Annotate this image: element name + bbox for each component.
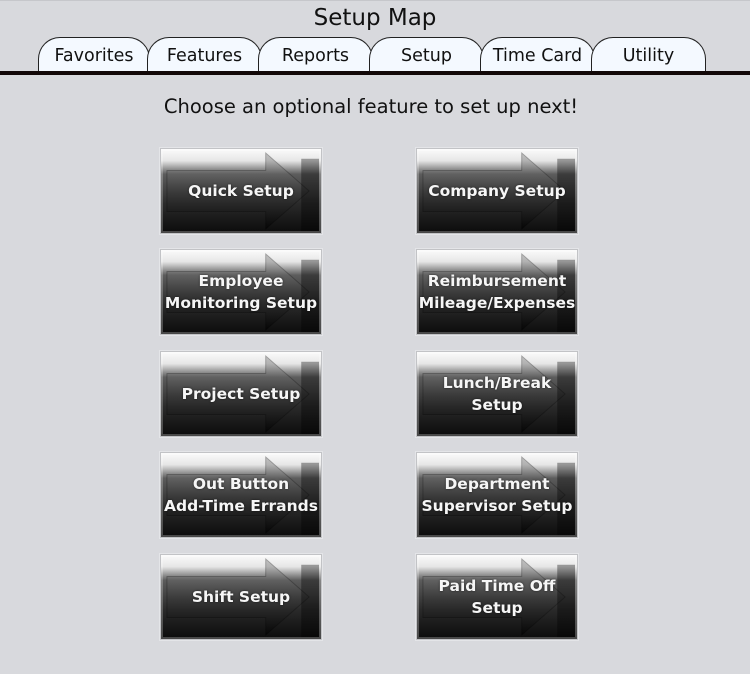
label-line: Project Setup [181, 385, 301, 403]
label-line: Monitoring Setup [164, 294, 318, 312]
label-line: Quick Setup [188, 182, 294, 200]
tab-label: Setup [401, 46, 452, 66]
label-line: Add-Time Errands [164, 497, 318, 515]
label-line: Mileage/Expenses [418, 294, 576, 312]
feature-button-label: Quick Setup [161, 180, 321, 202]
feature-button-label: Out Button Add-Time Errands [161, 473, 321, 517]
label-line: Reimbursement [427, 272, 567, 290]
tab-reports[interactable]: Reports [258, 37, 373, 72]
tab-label: Reports [281, 46, 350, 66]
feature-button-label: Department Supervisor Setup [417, 473, 577, 517]
label-line: Supervisor Setup [421, 497, 573, 515]
company-setup-button[interactable]: Company Setup [416, 148, 578, 234]
paid-time-off-setup-button[interactable]: Paid Time Off Setup [416, 554, 578, 640]
label-line: Shift Setup [191, 588, 291, 606]
tab-label: Time Card [492, 46, 583, 66]
top-divider [0, 0, 750, 1]
quick-setup-button[interactable]: Quick Setup [160, 148, 322, 234]
page-title: Setup Map [313, 5, 437, 31]
label-line: Department [444, 475, 550, 493]
shift-setup-button[interactable]: Shift Setup [160, 554, 322, 640]
feature-button-label: Project Setup [161, 383, 321, 405]
label-line: Employee [198, 272, 284, 290]
tab-label: Utility [622, 46, 675, 66]
label-line: Paid Time Off [438, 577, 556, 595]
reimbursement-mileage-expenses-button[interactable]: Reimbursement Mileage/Expenses [416, 249, 578, 335]
label-line: Out Button [192, 475, 290, 493]
feature-button-label: Shift Setup [161, 586, 321, 608]
label-line: Company Setup [428, 182, 566, 200]
tab-favorites[interactable]: Favorites [38, 37, 150, 72]
lunch-break-setup-button[interactable]: Lunch/Break Setup [416, 351, 578, 437]
out-button-add-time-errands-button[interactable]: Out Button Add-Time Errands [160, 452, 322, 538]
tab-utility[interactable]: Utility [591, 37, 706, 72]
feature-button-label: Company Setup [417, 180, 577, 202]
tab-setup[interactable]: Setup [369, 37, 484, 72]
tab-time-card[interactable]: Time Card [480, 37, 595, 72]
employee-monitoring-setup-button[interactable]: Employee Monitoring Setup [160, 249, 322, 335]
tab-label: Favorites [54, 46, 134, 66]
tab-features[interactable]: Features [147, 37, 262, 72]
tab-baseline-divider [0, 71, 750, 75]
label-line: Setup [471, 396, 523, 414]
label-line: Lunch/Break [442, 374, 552, 392]
prompt-heading: Choose an optional feature to set up nex… [163, 95, 579, 118]
feature-button-label: Reimbursement Mileage/Expenses [417, 270, 577, 314]
tab-label: Features [166, 46, 243, 66]
label-line: Setup [471, 599, 523, 617]
feature-button-label: Paid Time Off Setup [417, 575, 577, 619]
department-supervisor-setup-button[interactable]: Department Supervisor Setup [416, 452, 578, 538]
project-setup-button[interactable]: Project Setup [160, 351, 322, 437]
tab-bar: Favorites Features Reports Setup Time Ca… [0, 35, 750, 76]
feature-button-label: Lunch/Break Setup [417, 372, 577, 416]
feature-button-label: Employee Monitoring Setup [161, 270, 321, 314]
